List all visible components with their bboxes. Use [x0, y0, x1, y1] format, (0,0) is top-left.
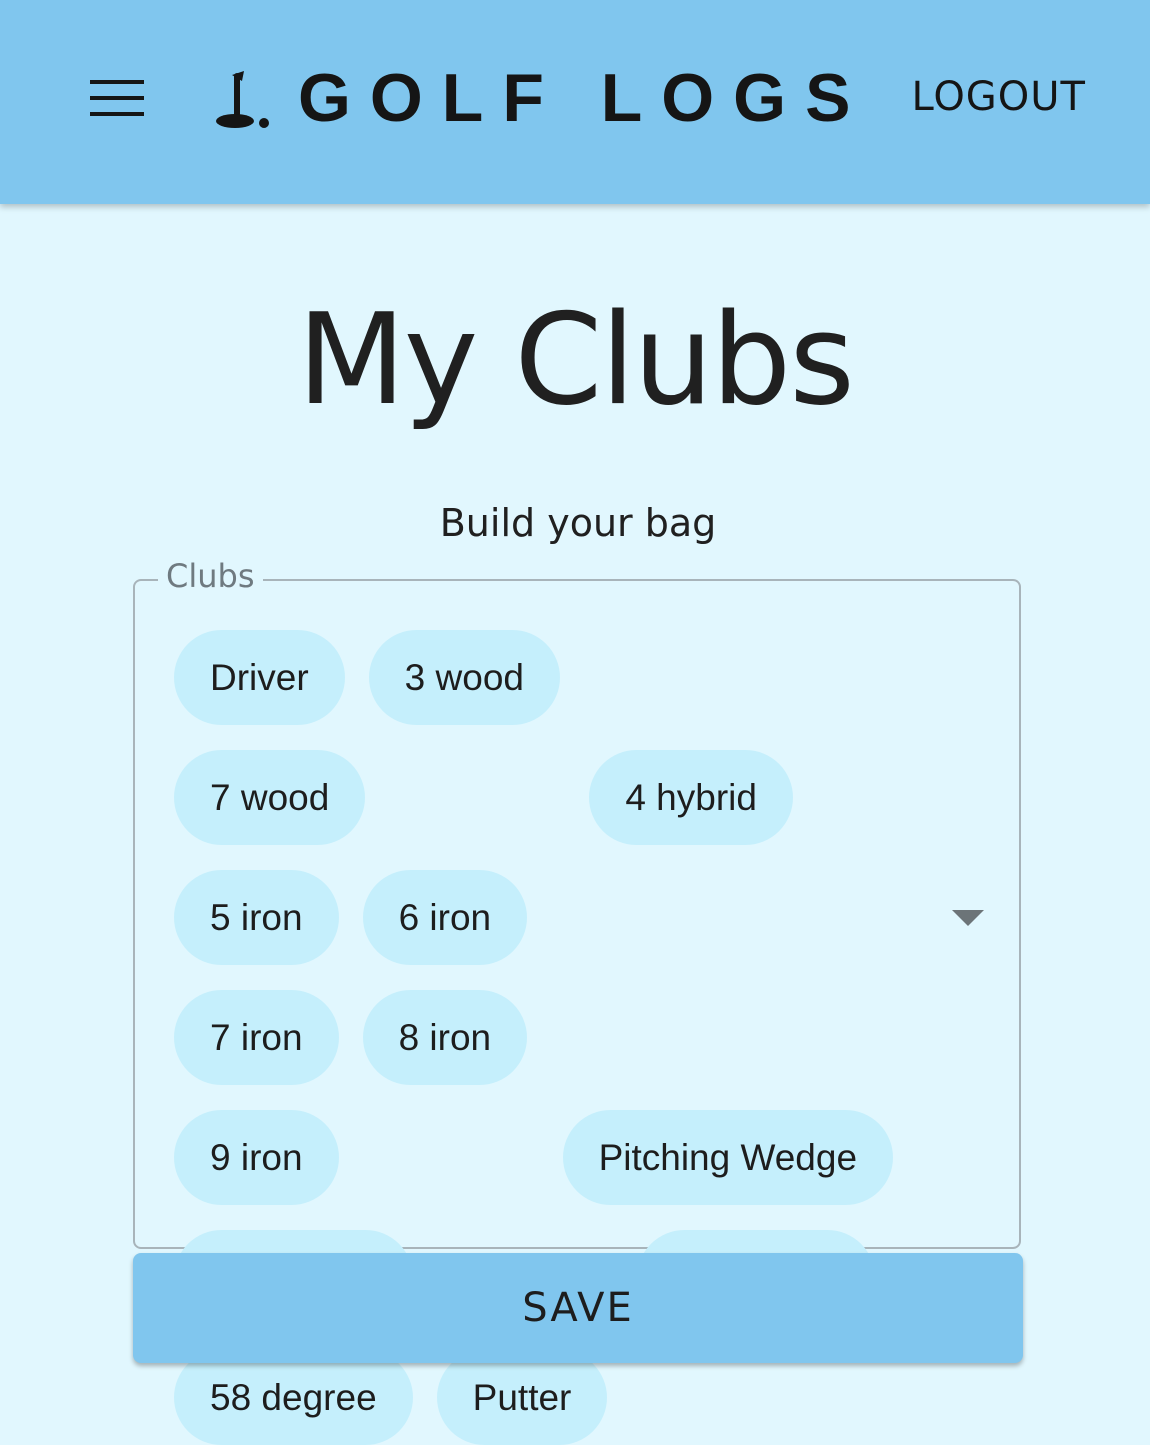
club-chip[interactable]: 58 degree — [174, 1350, 413, 1445]
clubs-field-label: Clubs — [158, 556, 263, 596]
hamburger-menu-icon — [90, 80, 144, 116]
club-chip[interactable]: 9 iron — [174, 1110, 339, 1205]
app-bar: GOLF LOGS LOGOUT — [0, 0, 1150, 204]
page-subtitle: Build your bag — [439, 501, 717, 545]
club-chip[interactable]: Putter — [436, 1350, 608, 1445]
brand-title: GOLF LOGS — [298, 60, 870, 136]
club-chip[interactable]: 5 iron — [174, 870, 339, 965]
save-button[interactable]: SAVE — [133, 1253, 1023, 1363]
club-chip[interactable]: 7 wood — [174, 750, 366, 845]
club-chip[interactable]: 3 wood — [368, 630, 560, 725]
club-chip[interactable]: 6 iron — [362, 870, 528, 965]
page-title: My Clubs — [297, 286, 855, 433]
club-chip[interactable]: Driver — [174, 630, 345, 725]
club-chip[interactable]: 8 iron — [362, 990, 528, 1085]
club-chip[interactable]: 7 iron — [174, 990, 339, 1085]
brand[interactable]: GOLF LOGS — [214, 58, 869, 138]
club-chip[interactable]: Pitching Wedge — [562, 1110, 894, 1205]
dropdown-arrow-icon[interactable] — [950, 906, 986, 930]
logout-button[interactable]: LOGOUT — [911, 72, 1086, 122]
menu-button[interactable] — [80, 66, 154, 130]
golf-flag-icon — [216, 71, 269, 128]
club-chip[interactable]: 4 hybrid — [589, 750, 793, 845]
